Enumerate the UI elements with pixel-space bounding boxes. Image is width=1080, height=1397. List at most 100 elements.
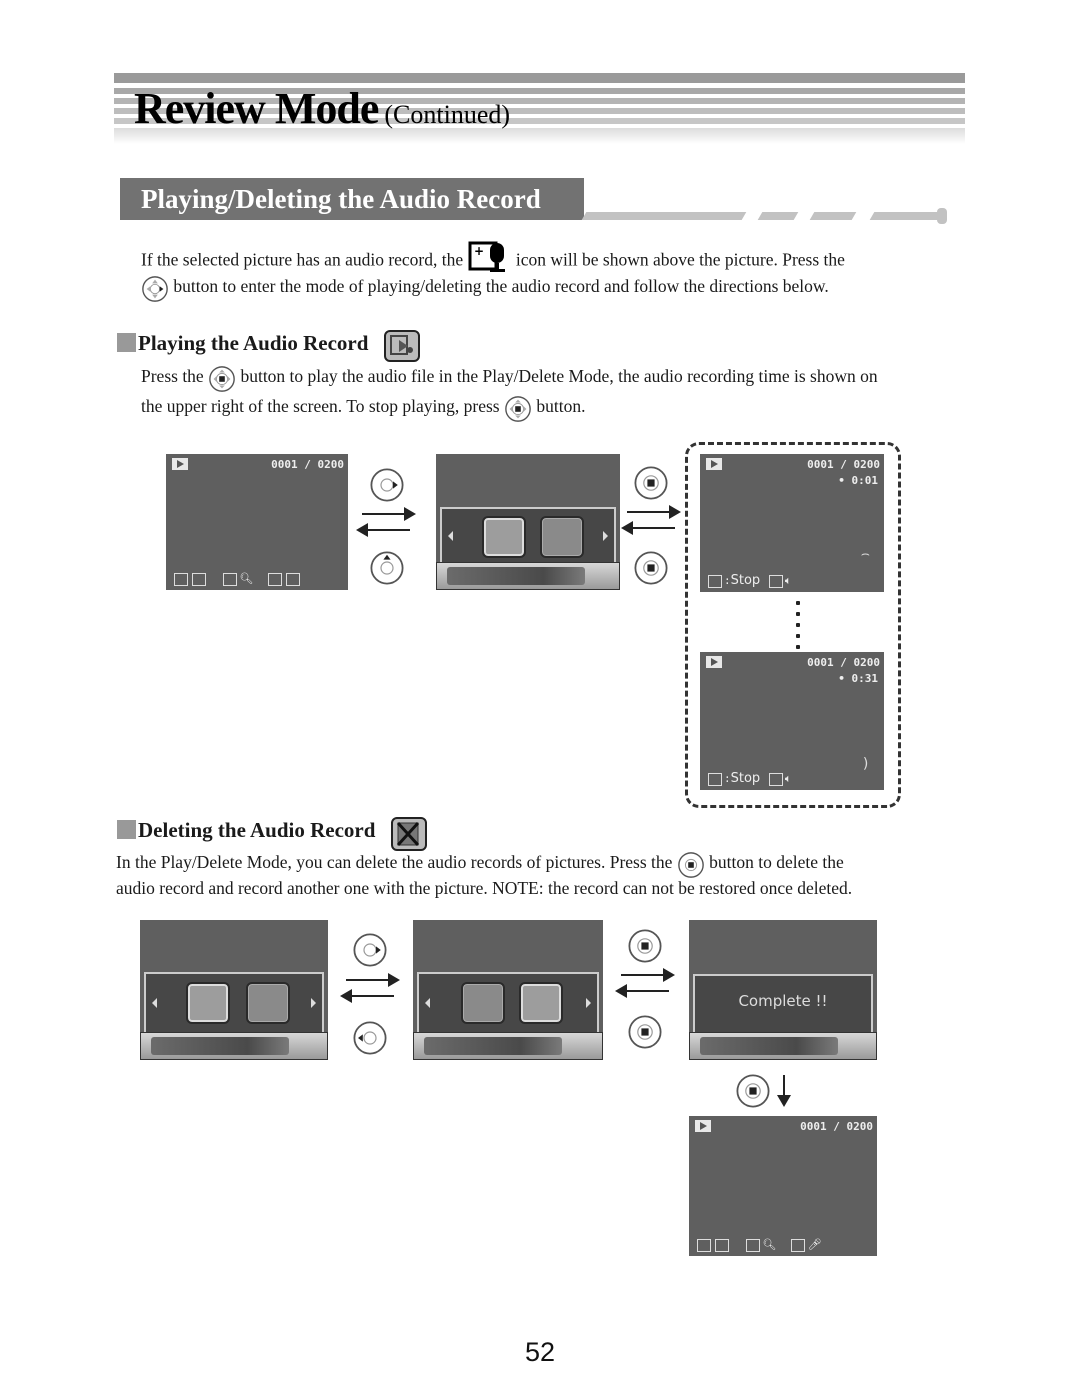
deleting-heading-text: Deleting the Audio Record: [138, 818, 376, 842]
bullet-square: [117, 333, 136, 352]
intro-line-2: button to enter the mode of playing/dele…: [141, 271, 829, 303]
text: button to play the audio file in the Pla…: [240, 366, 878, 386]
stop-label: Stop: [730, 771, 761, 786]
key-hints: [700, 1037, 838, 1055]
page-subtitle: (Continued): [384, 100, 511, 129]
key-hints: [447, 567, 585, 585]
text: the upper right of the screen. To stop p…: [141, 396, 500, 416]
dpad-up-icon: [369, 550, 405, 591]
play-audio-button: [461, 982, 505, 1024]
arrow-right-icon: [621, 968, 675, 982]
delete-audio-button: [540, 516, 584, 558]
delete-audio-button: [246, 982, 290, 1024]
sound-wave-icon: ⌢: [860, 546, 870, 562]
lcd-play-delete-menu: [140, 920, 328, 1060]
menu-key-icon: [174, 572, 188, 586]
playing-line-1: Press the button to play the audio file …: [141, 361, 878, 393]
dpad-right-icon: [141, 272, 169, 303]
deleting-line-2: audio record and record another one with…: [116, 878, 853, 898]
dpad-ok-icon: [633, 550, 669, 591]
lcd-play-delete-menu: [413, 920, 603, 1060]
speaker-icon: 🔈︎: [784, 772, 792, 785]
lcd-playing-start: 0001 / 0200 • 0:01 ⌢ :Stop 🔈︎: [700, 454, 884, 592]
ok-key-icon: [708, 772, 722, 786]
playing-heading-text: Playing the Audio Record: [138, 331, 369, 355]
decorative-knob: [937, 208, 947, 224]
text: icon will be shown above the picture. Pr…: [515, 249, 845, 270]
lcd-bottom-bar: 🔍︎: [172, 572, 302, 586]
elapsed-time: • 0:31: [838, 672, 878, 685]
lcd-playing-end: 0001 / 0200 • 0:31 ) :Stop 🔈︎: [700, 652, 884, 790]
volume-key-icon: [768, 574, 783, 588]
arrow-left-icon: [615, 984, 669, 998]
lcd-top-bar: 0001 / 0200: [706, 458, 880, 472]
play-mode-icon: [695, 1120, 711, 1132]
frame-counter: 0001 / 0200: [271, 458, 344, 471]
lcd-review-screen: 0001 / 0200 🔍︎: [166, 454, 348, 590]
voice-memo-icon: [286, 572, 301, 586]
arrow-right-icon: [346, 973, 400, 987]
svg-text:+: +: [474, 244, 484, 258]
arrow-left-icon: [340, 989, 394, 1003]
magnify-icon: 🔍︎: [239, 572, 254, 585]
arrow-right-icon: [362, 507, 416, 521]
page-title: Review Mode (Continued): [134, 84, 510, 140]
page-number: 52: [524, 1337, 556, 1367]
volume-key-icon: [768, 772, 783, 786]
menu-panel: [417, 972, 599, 1034]
play-audio-button: [186, 982, 230, 1024]
complete-text: Complete !!: [738, 992, 828, 1010]
help-icon: [715, 1238, 729, 1252]
speaker-icon: 🔈︎: [784, 574, 792, 587]
dpad-ok-icon: [735, 1073, 771, 1114]
status-strip: [413, 1032, 603, 1060]
menu-right-arrow: [311, 998, 316, 1008]
arrow-left-icon: [356, 523, 410, 537]
text: If the selected picture has an audio rec…: [141, 249, 464, 270]
text: button to enter the mode of playing/dele…: [173, 276, 829, 296]
menu-right-arrow: [603, 531, 608, 541]
dpad-ok-icon: [627, 928, 663, 969]
zoom-key-icon: [746, 1238, 761, 1252]
lcd-bottom-bar: :Stop 🔈︎: [706, 574, 791, 588]
continuation-dots: [796, 601, 800, 656]
arrow-right-icon: [627, 505, 681, 519]
menu-panel: [440, 507, 616, 566]
lcd-review-screen-after-delete: 0001 / 0200 🔍︎ 🎤︎: [689, 1116, 877, 1256]
menu-left-arrow: [152, 998, 157, 1008]
deleting-heading: Deleting the Audio Record: [117, 816, 427, 852]
lcd-bottom-bar: :Stop 🔈︎: [706, 772, 791, 786]
complete-message: Complete !!: [695, 992, 871, 1010]
elapsed-time: • 0:01: [838, 474, 878, 487]
play-mode-icon: [706, 656, 722, 668]
delete-audio-button: [519, 982, 563, 1024]
dpad-ok-icon: [633, 465, 669, 506]
sound-wave-icon: ): [861, 756, 870, 772]
lcd-top-bar: 0001 / 0200: [706, 656, 880, 670]
playing-heading: Playing the Audio Record: [117, 329, 420, 363]
play-audio-button: [482, 516, 526, 558]
section-title: Playing/Deleting the Audio Record: [120, 178, 584, 220]
decorative-line: [809, 212, 857, 220]
play-audio-icon: [383, 330, 420, 363]
status-strip: [436, 562, 620, 590]
menu-panel: [144, 972, 324, 1034]
play-mode-icon: [706, 458, 722, 470]
lcd-top-bar: 0001 / 0200: [172, 458, 344, 472]
help-icon: [192, 572, 206, 586]
ok-key-icon: [708, 574, 722, 588]
frame-counter: 0001 / 0200: [800, 1120, 873, 1133]
status-strip: [140, 1032, 328, 1060]
header-band: [114, 73, 965, 83]
page-title-text: Review Mode: [134, 84, 379, 133]
decorative-line: [581, 212, 747, 220]
play-key-icon: [268, 572, 283, 586]
play-mode-icon: [172, 458, 188, 470]
arrow-down-icon: [777, 1075, 791, 1107]
menu-left-arrow: [448, 531, 453, 541]
text: button.: [536, 396, 586, 416]
frame-counter: 0001 / 0200: [807, 656, 880, 669]
lcd-bottom-bar: 🔍︎ 🎤︎: [695, 1238, 821, 1252]
dpad-ok-icon: [504, 392, 532, 423]
status-strip: [689, 1032, 877, 1060]
